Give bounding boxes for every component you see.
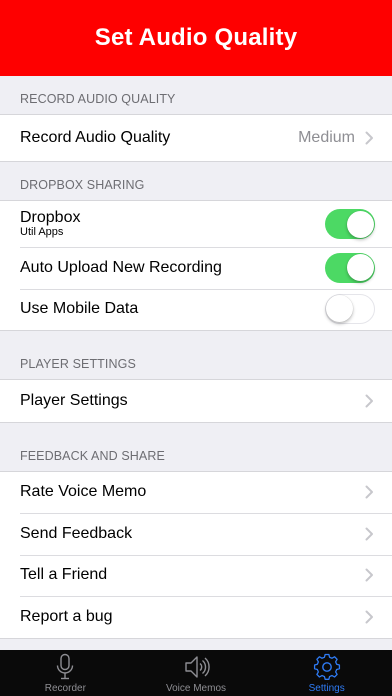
- chevron-right-icon: [365, 568, 373, 582]
- section-header-player: PLAYER SETTINGS: [20, 357, 136, 371]
- settings-list: RECORD AUDIO QUALITY Record Audio Qualit…: [0, 76, 392, 639]
- player-settings-label: Player Settings: [20, 391, 128, 409]
- rate-label: Rate Voice Memo: [20, 483, 147, 501]
- mobile-data-toggle[interactable]: [325, 294, 375, 325]
- section-header-dropbox: DROPBOX SHARING: [20, 178, 145, 192]
- tab-recorder-label: Recorder: [44, 683, 86, 694]
- dropbox-row: Dropbox Util Apps: [0, 201, 392, 247]
- auto-upload-label: Auto Upload New Recording: [20, 258, 222, 276]
- page-title: Set Audio Quality: [94, 24, 298, 51]
- player-group: Player Settings: [0, 379, 392, 423]
- report-bug-row[interactable]: Report a bug: [0, 596, 392, 638]
- mobile-data-label: Use Mobile Data: [20, 300, 139, 318]
- toggle-knob: [346, 254, 374, 282]
- tab-voice-memos[interactable]: Voice Memos: [131, 650, 262, 696]
- toggle-knob: [346, 210, 374, 238]
- record-quality-label: Record Audio Quality: [20, 129, 171, 146]
- nav-header: Set Audio Quality: [0, 0, 392, 76]
- record-group: Record Audio Quality Medium: [0, 114, 392, 162]
- dropbox-group: Dropbox Util Apps Auto Upload New Record…: [0, 200, 392, 331]
- send-feedback-row[interactable]: Send Feedback: [0, 513, 392, 555]
- auto-upload-toggle[interactable]: [325, 252, 375, 283]
- chevron-right-icon: [365, 527, 373, 541]
- tab-bar: Recorder Voice Memos Settings: [0, 650, 392, 696]
- send-feedback-label: Send Feedback: [20, 524, 133, 542]
- mobile-data-row: Use Mobile Data: [0, 288, 392, 331]
- microphone-icon: [57, 653, 74, 680]
- player-settings-row[interactable]: Player Settings: [0, 380, 392, 422]
- chevron-right-icon: [365, 394, 373, 408]
- tab-settings[interactable]: Settings: [261, 650, 392, 696]
- dropbox-toggle[interactable]: [325, 209, 375, 239]
- toggle-knob: [326, 295, 353, 323]
- chevron-right-icon: [365, 485, 373, 499]
- tab-recorder[interactable]: Recorder: [0, 650, 131, 696]
- tab-voice-memos-label: Voice Memos: [165, 683, 227, 694]
- tab-settings-label: Settings: [308, 683, 345, 694]
- tell-friend-row[interactable]: Tell a Friend: [0, 554, 392, 597]
- dropbox-sublabel: Util Apps: [20, 226, 64, 238]
- report-bug-label: Report a bug: [20, 607, 113, 625]
- rate-row[interactable]: Rate Voice Memo: [0, 472, 392, 514]
- record-quality-value: Medium: [298, 129, 355, 146]
- dropbox-label: Dropbox: [20, 209, 81, 226]
- section-header-record: RECORD AUDIO QUALITY: [20, 92, 176, 106]
- speaker-icon: [185, 656, 210, 678]
- feedback-group: Rate Voice Memo Send Feedback Tell a Fri…: [0, 470, 392, 639]
- chevron-right-icon: [365, 131, 373, 145]
- chevron-right-icon: [365, 610, 373, 624]
- gear-icon: [313, 653, 340, 680]
- section-header-feedback: FEEDBACK AND SHARE: [20, 448, 165, 463]
- auto-upload-row: Auto Upload New Recording: [0, 247, 392, 289]
- tell-friend-label: Tell a Friend: [20, 566, 108, 584]
- record-quality-row[interactable]: Record Audio Quality Medium: [0, 115, 392, 161]
